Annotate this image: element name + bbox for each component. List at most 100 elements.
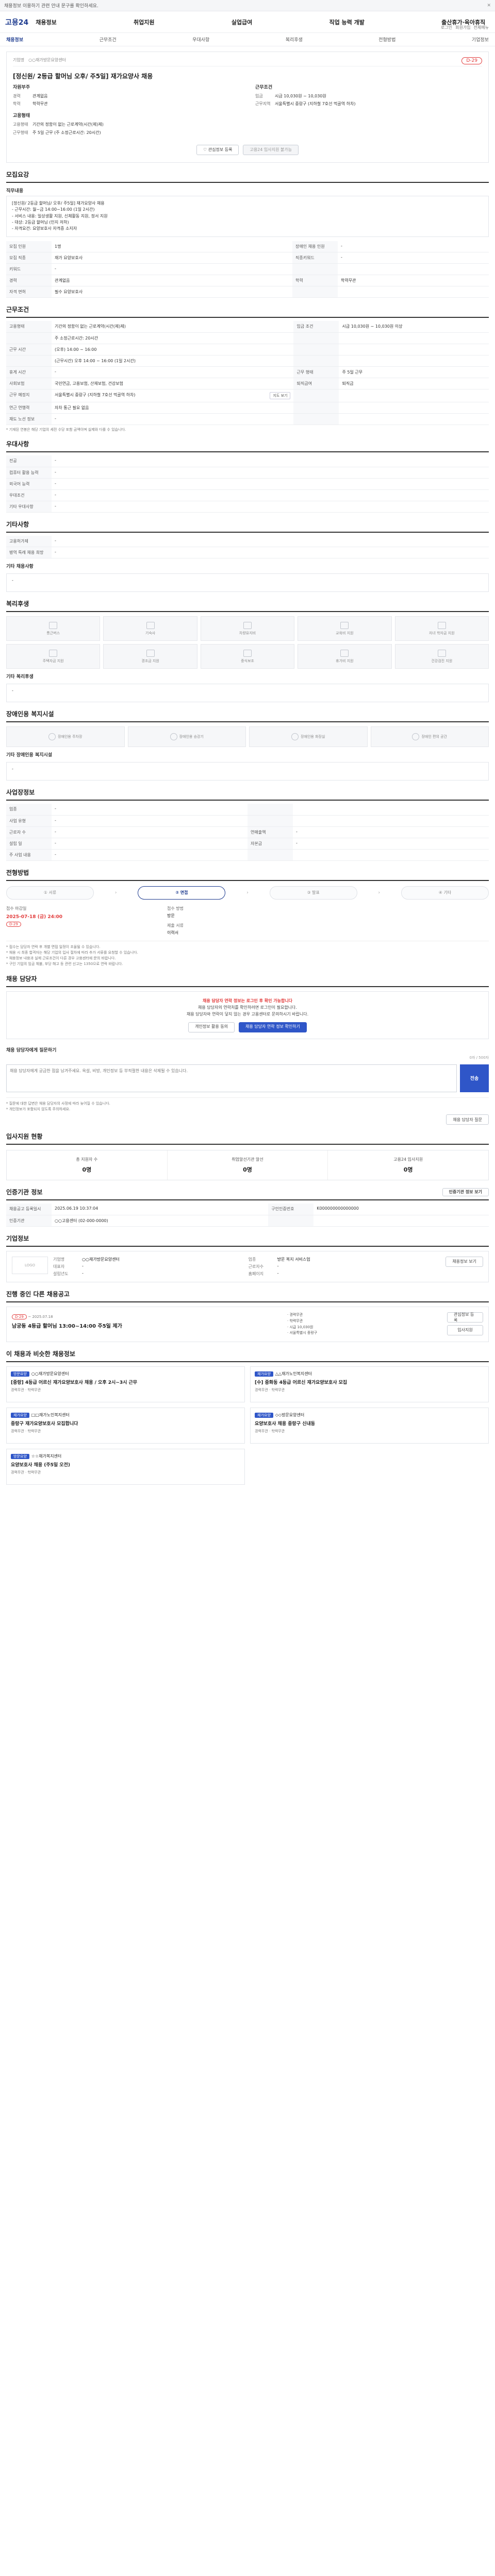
row-label: 모집 직종	[6, 252, 52, 264]
section-title: 모집요강	[6, 170, 489, 183]
card-title[interactable]: 중랑구 재가요양보호사 모집합니다	[11, 1420, 240, 1427]
welfare-item: 휴가비 지원	[298, 644, 392, 669]
card-top: 방문요양 ○○재가방문요양센터	[11, 1371, 240, 1377]
scrap-button[interactable]: ♡ 관심정보 등록	[196, 144, 239, 155]
tab-0[interactable]: 채용정보	[6, 36, 23, 43]
row-value	[314, 1215, 489, 1227]
card-title[interactable]: 요양보호사 채용 (주5일 오전)	[11, 1461, 240, 1468]
etc-box: -	[6, 684, 489, 703]
table-row: 주 소정근로시간: 20시간	[6, 332, 489, 344]
row-value: 재가 요양보호사	[52, 252, 292, 264]
method-label: 접수 방법	[167, 906, 184, 911]
company-key: 설립년도	[53, 1271, 69, 1276]
card-company: △△재가노인복지센터	[275, 1371, 312, 1377]
recommend-card[interactable]: 재가요양 □□재가노인복지센터 중랑구 재가요양보호사 모집합니다 경력무관 · 학력…	[6, 1408, 245, 1444]
row-value	[293, 804, 489, 816]
company-jobs-button[interactable]: 채용정보 보기	[446, 1256, 483, 1267]
step-2: ③ 발표	[269, 886, 357, 900]
show-contact-button[interactable]: 채용 담당자 연락 정보 확인하기	[239, 1022, 307, 1032]
util-link-0[interactable]: 로그인	[441, 25, 452, 30]
gnb-item-0[interactable]: 채용정보	[34, 18, 58, 26]
row-value: -	[52, 366, 294, 378]
card-title[interactable]: 요양보호사 채용 중랑구 신내동	[255, 1420, 484, 1427]
scrap-button[interactable]: 관심정보 등록	[447, 1312, 483, 1323]
tab-2[interactable]: 우대사항	[192, 36, 209, 43]
row-label	[293, 355, 339, 367]
gnb-item-1[interactable]: 취업지원	[131, 18, 156, 26]
inquiry-textarea[interactable]	[6, 1064, 457, 1092]
card-top: 재가요양 □□재가노인복지센터	[11, 1412, 240, 1418]
row-label: 사업 유형	[6, 815, 52, 827]
gnb-item-2[interactable]: 실업급여	[229, 18, 254, 26]
conditions-note: * 기재된 연봉은 해당 기업의 세전 수당 포함 금액이며 실제와 다를 수 …	[6, 427, 126, 432]
welfare-item: 차량유지비	[200, 616, 295, 641]
recommend-card[interactable]: 재가요양 ◇◇방문요양센터 요양보호사 채용 중랑구 신내동 경력무관 · 학력무관	[250, 1408, 489, 1444]
tab-5[interactable]: 기업정보	[472, 36, 489, 43]
company-key: 근로자수	[248, 1264, 264, 1269]
section-title: 복리후생	[6, 599, 489, 613]
row-value	[293, 849, 489, 861]
table-row: 키워드 -	[6, 263, 489, 276]
info-key: 고용형태	[13, 122, 28, 127]
welfare-label: 차량유지비	[239, 631, 256, 635]
etc-label: 기타 장애인용 복지시설	[6, 753, 53, 758]
row-label: 설립 일	[6, 838, 52, 850]
welfare-icon	[243, 621, 252, 629]
status-label: 총 지원자 수	[76, 1157, 98, 1162]
util-link-2[interactable]: 전체메뉴	[474, 25, 489, 30]
card-title[interactable]: [수] 중화동 4등급 어르신 재가요양보호사 모집	[255, 1379, 484, 1385]
welfare-icon	[146, 621, 155, 629]
card-badge: 방문요양	[11, 1454, 29, 1460]
apply-button[interactable]: 고용24 입사지원 불가능	[243, 144, 299, 155]
desc-line: - 서비스 내용: 일상생활 지원, 신체활동 지원, 정서 지원	[12, 213, 108, 218]
company-name[interactable]: ○○재가방문요양센터	[28, 57, 66, 63]
row-label: 우대조건	[6, 489, 52, 501]
util-link-1[interactable]: 회원가입	[455, 25, 470, 30]
info-key: 근무지역	[255, 101, 271, 107]
info-row: 근무형태 주 5일 근무 (주 소정근로시간: 20시간)	[13, 130, 240, 135]
row-value: -	[52, 547, 489, 559]
card-title[interactable]: [중랑] 4등급 어르신 재가요양보호사 채용 / 오후 2시~3시 근무	[11, 1379, 240, 1385]
ongoing-posting[interactable]: D-29 ~ 2025.07.18 남궁동 4등급 할머님 13:00~14:0…	[6, 1306, 489, 1343]
gnb-item-3[interactable]: 직업 능력 개발	[327, 18, 366, 26]
row-value: -	[52, 413, 294, 425]
welfare-item: 중식보조	[200, 644, 295, 669]
row-label: 임금 조건	[293, 321, 339, 333]
posting-title[interactable]: 남궁동 4등급 할머님 13:00~14:00 주5일 제가	[12, 1321, 282, 1329]
card-top: 재가요양 △△재가노인복지센터	[255, 1371, 484, 1377]
tab-4[interactable]: 전형방법	[378, 36, 395, 43]
map-button[interactable]: 지도 보기	[270, 392, 291, 399]
section-title: 이 채용과 비슷한 채용정보	[6, 1349, 489, 1363]
site-logo[interactable]: 고용24	[5, 17, 28, 27]
ask-button[interactable]: 채용 담당자 질문	[446, 1114, 489, 1125]
desc-line: [정신원/ 2등급 할머님/ 오후/ 주5일] 재가요양사 채용	[12, 200, 105, 206]
consent-button[interactable]: 개인정보 활용 동의	[188, 1022, 235, 1032]
heart-icon: ♡	[203, 147, 208, 152]
card-badge: 방문요양	[11, 1371, 29, 1377]
row-value: -	[293, 826, 489, 838]
tab-1[interactable]: 근무조건	[100, 36, 117, 43]
hire-info-button[interactable]: 인증기관 정보 보기	[442, 1188, 489, 1196]
close-icon[interactable]: ✕	[487, 3, 491, 8]
apply-button[interactable]: 입사지원	[447, 1325, 483, 1335]
recommend-card[interactable]: 방문요양 ○○재가방문요양센터 [중랑] 4등급 어르신 재가요양보호사 채용 / …	[6, 1366, 245, 1403]
table-row: 재도 노선 정보 -	[6, 413, 489, 425]
conditions-section: 근무조건 고용형태 기간의 정함이 없는 근로계약(시간(제)제) 임금 조건 시급 …	[6, 305, 489, 432]
table-row: 병역 특례 채용 희망 -	[6, 547, 489, 559]
table-row: 연근 연행력 자차 통근 필요 없음	[6, 402, 489, 414]
status-grid: 총 지원자 수 0명 취업알선기관 알선 0명 고용24 입사지원 0명	[6, 1150, 489, 1181]
etc-box: -	[6, 762, 489, 781]
recommend-card[interactable]: 재가요양 △△재가노인복지센터 [수] 중화동 4등급 어르신 재가요양보호사 모집…	[250, 1366, 489, 1403]
welfare-item: 자녀 학자금 지원	[394, 616, 489, 641]
welfare-label: 건강검진 지원	[431, 658, 453, 663]
recommend-card[interactable]: 방문요양 ☆☆재가복지센터 요양보호사 채용 (주5일 오전) 경력무관 · 학력무관	[6, 1449, 245, 1485]
row-label	[6, 332, 52, 344]
facility-label: 장애인용 승강기	[179, 735, 204, 739]
company-value: 방문 복지 서비스업	[277, 1257, 310, 1262]
send-button[interactable]: 전송	[460, 1064, 489, 1092]
welfare-icon	[146, 649, 155, 657]
job-title: [정신원/ 2등급 할머님 오후/ 주5일] 재가요양사 채용	[13, 73, 153, 80]
welfare-item: 건강검진 지원	[394, 644, 489, 669]
tab-3[interactable]: 복리후생	[286, 36, 303, 43]
info-value: 관계없음	[32, 94, 48, 98]
